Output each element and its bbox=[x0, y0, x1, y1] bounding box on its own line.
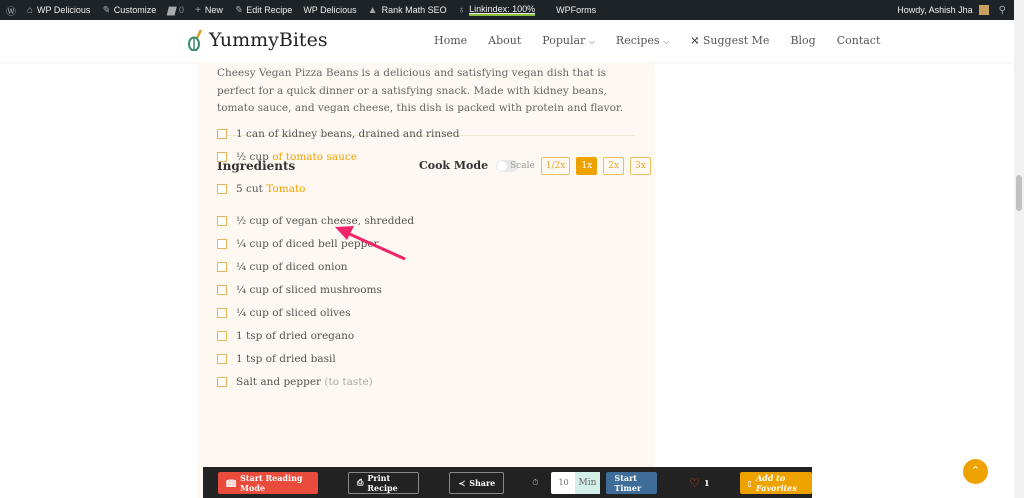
timer-unit: Min bbox=[574, 471, 601, 494]
shuffle-icon: ⤨ bbox=[690, 34, 700, 47]
howdy-user[interactable]: Howdy, Ashish Jha bbox=[897, 5, 972, 15]
print-recipe-button[interactable]: ⎙ Print Recipe bbox=[348, 471, 420, 494]
admin-comments[interactable]: ▆ 0 bbox=[167, 5, 184, 16]
stopwatch-icon: ⏱ bbox=[532, 477, 539, 487]
scroll-to-top-button[interactable]: ⌃ bbox=[963, 459, 988, 484]
chevron-down-icon: ⌵ bbox=[663, 37, 670, 46]
scrollbar[interactable] bbox=[1014, 0, 1024, 498]
nav-recipes[interactable]: Recipes ⌵ bbox=[616, 34, 669, 47]
chevron-up-icon: ⌃ bbox=[970, 464, 981, 477]
nav-about[interactable]: About bbox=[488, 34, 521, 47]
whisk-icon bbox=[188, 29, 203, 51]
nav-popular[interactable]: Popular ⌵ bbox=[542, 34, 595, 47]
nav-home[interactable]: Home bbox=[434, 34, 467, 47]
start-reading-mode-button[interactable]: 📖︎ Start Reading Mode bbox=[218, 471, 318, 494]
add-to-favorites-button[interactable]: ▯ Add to Favorites bbox=[739, 471, 812, 494]
book-icon: 📖︎ bbox=[226, 477, 237, 488]
avatar bbox=[978, 5, 989, 15]
timer-input[interactable]: 10 bbox=[550, 471, 575, 494]
admin-site-link[interactable]: ⌂ WP Delicious bbox=[27, 5, 90, 16]
like-button[interactable]: ♡ 1 bbox=[689, 476, 709, 490]
share-button[interactable]: ≺ Share bbox=[449, 471, 505, 494]
printer-icon: ⎙ bbox=[357, 477, 364, 487]
annotation-arrow bbox=[335, 226, 406, 261]
admin-customize[interactable]: ✎ Customize bbox=[101, 5, 156, 16]
chevron-down-icon: ⌵ bbox=[588, 37, 595, 46]
start-timer-button[interactable]: Start Timer bbox=[606, 471, 658, 494]
admin-edit-recipe[interactable]: ✎ Edit Recipe bbox=[234, 5, 292, 16]
site-title: YummyBites bbox=[209, 29, 328, 51]
site-logo[interactable]: YummyBites bbox=[187, 29, 328, 51]
search-icon[interactable]: ⚲ bbox=[999, 5, 1006, 16]
admin-wp-delicious[interactable]: WP Delicious bbox=[303, 5, 356, 15]
admin-linkindex[interactable]: ♁ Linkindex: 100% bbox=[458, 4, 536, 16]
nav-contact[interactable]: Contact bbox=[837, 34, 881, 47]
admin-bar: Ⓦ ⌂ WP Delicious ✎ Customize ▆ 0 + New ✎ Edit… bbox=[0, 0, 1014, 20]
site-header: YummyBites Home About Popular ⌵ Recipes … bbox=[0, 20, 1014, 62]
nav-blog[interactable]: Blog bbox=[790, 34, 815, 47]
recipe-action-bar: 📖︎ Start Reading Mode ⎙ Print Recipe ≺ Shar… bbox=[203, 467, 812, 498]
share-icon: ≺ bbox=[458, 477, 466, 488]
admin-new[interactable]: + New bbox=[195, 5, 223, 16]
recipe-content: Cheesy Vegan Pizza Beans is a delicious … bbox=[197, 62, 655, 498]
admin-wpforms[interactable]: WPForms bbox=[556, 5, 596, 15]
bookmark-icon: ▯ bbox=[747, 477, 752, 488]
heart-icon: ♡ bbox=[689, 475, 700, 490]
main-nav: Home About Popular ⌵ Recipes ⌵ ⤨ Suggest… bbox=[434, 34, 901, 47]
admin-rank-math[interactable]: ▲ Rank Math SEO bbox=[368, 5, 447, 16]
nav-suggest-me[interactable]: ⤨ Suggest Me bbox=[690, 34, 769, 47]
wordpress-logo-icon[interactable]: Ⓦ bbox=[6, 3, 16, 18]
scrollbar-thumb[interactable] bbox=[1016, 175, 1022, 211]
